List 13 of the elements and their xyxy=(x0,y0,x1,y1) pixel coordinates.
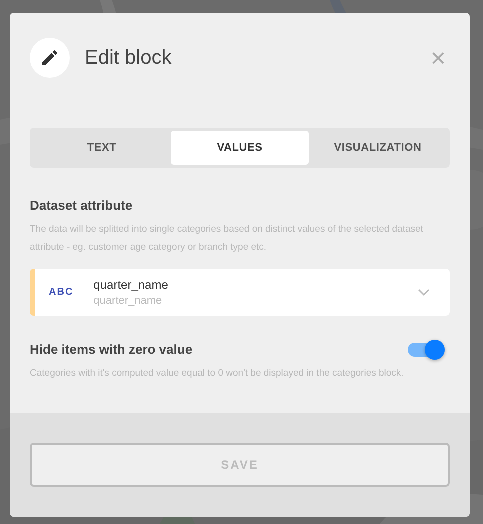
toggle-switch[interactable] xyxy=(408,342,442,356)
edit-icon xyxy=(30,38,70,78)
tab[interactable]: VALUES xyxy=(171,131,309,165)
section-label: Dataset attribute xyxy=(30,198,134,213)
chevron-down-icon xyxy=(418,288,430,296)
type-label: ABC xyxy=(49,287,74,298)
attribute-select[interactable]: ABC quarter_name quarter_name xyxy=(30,269,450,316)
tab[interactable]: VISUALIZATION xyxy=(309,131,447,165)
toggle-label: Hide items with zero value xyxy=(30,342,193,357)
dialog-title: Edit block xyxy=(85,46,173,70)
select-value: quarter_name xyxy=(94,278,170,292)
select-subvalue: quarter_name xyxy=(94,295,164,307)
tab[interactable]: TEXT xyxy=(33,131,171,165)
